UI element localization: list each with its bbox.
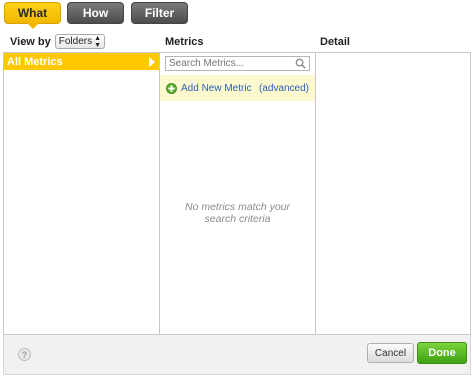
add-plus-icon[interactable] [166,82,177,94]
detail-column-header: Detail [320,36,350,48]
done-button[interactable]: Done [417,342,467,364]
search-box [165,56,310,71]
view-by-control: View by Folders ▲ ▼ [10,34,106,49]
folders-column: All Metrics [4,53,160,334]
tab-filter[interactable]: Filter [131,2,188,24]
cancel-button[interactable]: Cancel [367,343,414,363]
add-metric-row: Add New Metric (advanced) [160,75,315,101]
updown-arrows-icon: ▲ ▼ [94,34,102,49]
metric-browser-panel: All Metrics Add New Metric (advanced) No… [3,52,471,335]
detail-column [316,53,470,334]
search-input[interactable] [166,58,292,69]
dialog-footer: ? Cancel Done [3,335,471,375]
tab-what[interactable]: What [4,2,61,29]
search-icon[interactable] [295,58,306,69]
add-new-metric-link[interactable]: Add New Metric [181,83,252,94]
help-icon[interactable]: ? [18,348,31,361]
view-by-value: Folders [58,36,93,47]
advanced-link[interactable]: (advanced) [259,83,309,94]
view-by-label: View by [10,35,51,48]
metrics-column: Add New Metric (advanced) No metrics mat… [160,53,316,334]
tab-how[interactable]: How [67,2,124,24]
view-by-select[interactable]: Folders ▲ ▼ [54,34,106,49]
metrics-column-header: Metrics [165,36,204,48]
folder-item-all-metrics[interactable]: All Metrics [4,53,159,70]
folder-item-label: All Metrics [7,55,63,68]
empty-state-message: No metrics match your search criteria [184,201,291,225]
arrow-right-icon [149,56,155,67]
